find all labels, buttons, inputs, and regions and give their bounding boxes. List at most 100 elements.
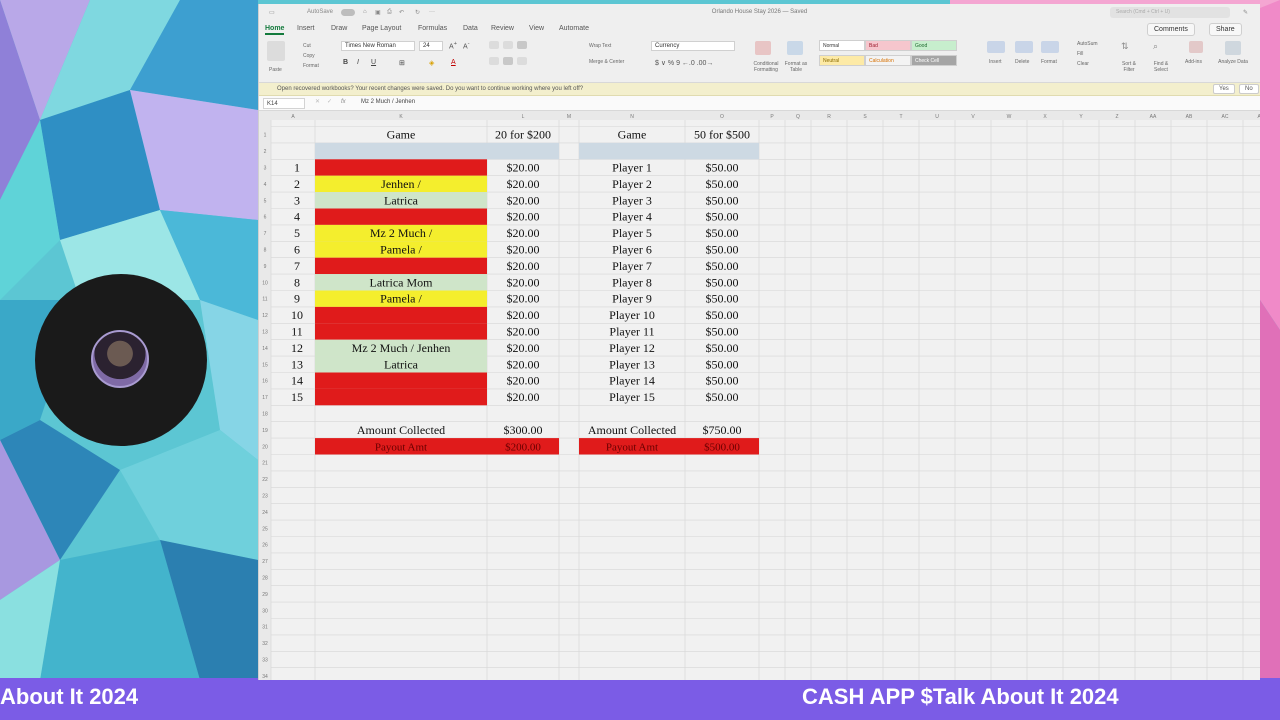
font-name-select[interactable]: Times New Roman [341, 41, 415, 51]
align-bottom-icon[interactable] [517, 41, 527, 49]
row-header[interactable]: 9 [264, 264, 267, 270]
tab-review[interactable]: Review [491, 25, 514, 32]
insert-cells-icon[interactable] [987, 41, 1005, 53]
italic-icon[interactable]: I [357, 59, 359, 66]
row-header[interactable]: 20 [262, 444, 268, 450]
cell-style-neutral[interactable]: Neutral [819, 55, 865, 66]
insert-cells-label[interactable]: Insert [989, 59, 1002, 65]
cell-style-calculation[interactable]: Calculation [865, 55, 911, 66]
currency-format-icon[interactable]: $ ∨ % 9 ←.0 .00→ [655, 59, 713, 67]
row-header[interactable]: 7 [264, 231, 267, 237]
column-header[interactable]: L [522, 114, 525, 120]
format-cells-icon[interactable] [1041, 41, 1059, 53]
column-header[interactable]: O [720, 114, 724, 120]
column-header[interactable]: Q [796, 114, 800, 120]
fill-color-icon[interactable]: ◈ [429, 59, 434, 67]
align-left-icon[interactable] [489, 57, 499, 65]
column-header[interactable]: M [567, 114, 571, 120]
align-top-icon[interactable] [489, 41, 499, 49]
row-header[interactable]: 11 [262, 297, 267, 303]
table1-name-cell[interactable] [315, 323, 487, 340]
table1-name-cell[interactable] [315, 208, 487, 225]
row-header[interactable]: 2 [264, 149, 267, 155]
column-header[interactable]: W [1007, 114, 1012, 120]
merge-center-button[interactable]: Merge & Center [589, 59, 624, 65]
decrease-font-icon[interactable]: A- [463, 41, 470, 50]
tab-formulas[interactable]: Formulas [418, 25, 447, 32]
font-size-select[interactable]: 24 [419, 41, 443, 51]
tab-insert[interactable]: Insert [297, 25, 315, 32]
column-header[interactable]: AC [1222, 114, 1229, 120]
cell-style-bad[interactable]: Bad [865, 40, 911, 51]
column-header[interactable]: AA [1150, 114, 1157, 120]
format-as-table-label[interactable]: Format as Table [783, 61, 809, 73]
cell-style-normal[interactable]: Normal [819, 40, 865, 51]
row-header[interactable]: 4 [264, 182, 267, 188]
row-header[interactable]: 5 [264, 198, 267, 204]
tab-draw[interactable]: Draw [331, 25, 347, 32]
row-header[interactable]: 23 [262, 494, 268, 500]
row-header[interactable]: 22 [262, 477, 268, 483]
underline-icon[interactable]: U [371, 59, 376, 66]
cancel-icon[interactable]: ✕ [315, 98, 320, 105]
cut-button[interactable]: Cut [303, 43, 311, 49]
format-cells-label[interactable]: Format [1041, 59, 1057, 65]
tab-home[interactable]: Home [265, 25, 285, 35]
row-header[interactable]: 25 [262, 526, 268, 532]
wrap-text-button[interactable]: Wrap Text [589, 43, 611, 49]
table1-name-cell[interactable] [315, 388, 487, 406]
confirm-icon[interactable]: ✓ [327, 98, 332, 105]
row-header[interactable]: 28 [262, 576, 268, 582]
row-header[interactable]: 32 [262, 641, 268, 647]
paste-icon[interactable] [267, 41, 285, 61]
table1-name-cell[interactable] [315, 257, 487, 275]
share-button[interactable]: Share [1209, 23, 1242, 36]
column-header[interactable]: N [630, 114, 634, 120]
fill-button[interactable]: Fill [1077, 51, 1083, 57]
delete-cells-label[interactable]: Delete [1015, 59, 1029, 65]
delete-cells-icon[interactable] [1015, 41, 1033, 53]
analyze-data-label[interactable]: Analyze Data [1217, 59, 1249, 65]
number-format-select[interactable]: Currency [651, 41, 735, 51]
format-painter-button[interactable]: Format [303, 63, 319, 69]
tab-page-layout[interactable]: Page Layout [362, 25, 401, 32]
yes-button[interactable]: Yes [1213, 84, 1235, 94]
row-header[interactable]: 29 [262, 592, 268, 598]
row-header[interactable]: 21 [262, 461, 268, 467]
tab-data[interactable]: Data [463, 25, 478, 32]
addins-label[interactable]: Add-ins [1185, 59, 1202, 65]
borders-icon[interactable]: ⊞ [399, 59, 405, 67]
table1-name-cell[interactable] [315, 306, 487, 324]
worksheet-grid[interactable]: AKLMNOPQRSTUVWXYZAAABACAD123456789101112… [259, 111, 1260, 680]
column-header[interactable]: AB [1186, 114, 1193, 120]
row-header[interactable]: 6 [264, 215, 267, 221]
column-header[interactable]: U [935, 114, 939, 120]
find-select-icon[interactable]: ⌕ [1153, 41, 1158, 52]
row-header[interactable]: 31 [262, 625, 268, 631]
align-right-icon[interactable] [517, 57, 527, 65]
row-header[interactable]: 30 [262, 608, 268, 614]
settings-icon[interactable]: ✎ [1243, 9, 1248, 16]
cell-style-check-cell[interactable]: Check Cell [911, 55, 957, 66]
column-header[interactable]: Z [1115, 114, 1118, 120]
column-header[interactable]: T [899, 114, 902, 120]
addins-icon[interactable] [1189, 41, 1203, 53]
column-header[interactable]: AD [1258, 114, 1260, 120]
copy-button[interactable]: Copy [303, 53, 315, 59]
search-input[interactable]: Search (Cmd + Ctrl + U) [1110, 7, 1230, 18]
row-header[interactable]: 17 [262, 395, 268, 401]
formula-input[interactable]: Mz 2 Much / Jenhen [361, 99, 415, 105]
comments-button[interactable]: Comments [1147, 23, 1195, 36]
fx-icon[interactable]: fx [341, 99, 346, 105]
row-header[interactable]: 8 [264, 248, 267, 254]
name-box[interactable]: K14 [263, 98, 305, 109]
align-center-icon[interactable] [503, 57, 513, 65]
no-button[interactable]: No [1239, 84, 1259, 94]
format-as-table-icon[interactable] [787, 41, 803, 55]
increase-font-icon[interactable]: A+ [449, 41, 457, 50]
row-header[interactable]: 34 [262, 674, 268, 680]
row-header[interactable]: 14 [262, 346, 268, 352]
row-header[interactable]: 16 [262, 379, 268, 385]
row-header[interactable]: 26 [262, 543, 268, 549]
clear-button[interactable]: Clear [1077, 61, 1089, 67]
